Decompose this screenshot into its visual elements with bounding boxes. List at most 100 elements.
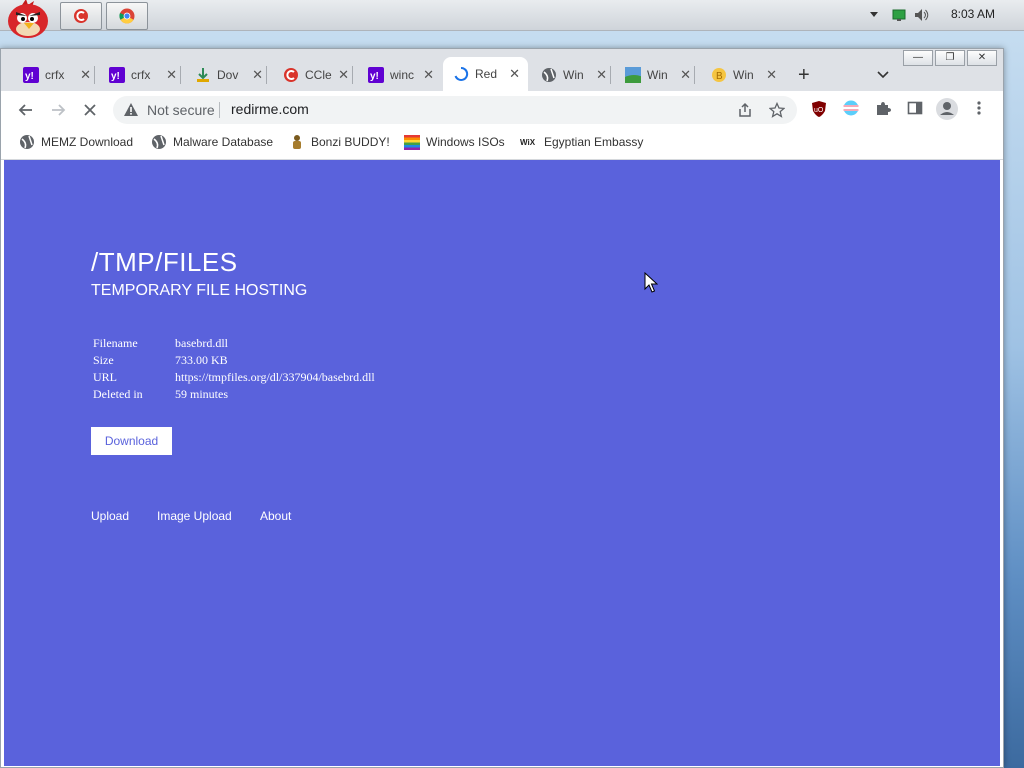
windows-flag-icon xyxy=(404,135,420,150)
kebab-menu-icon[interactable] xyxy=(975,100,983,116)
svg-text:uO: uO xyxy=(814,107,824,114)
tab-close-icon[interactable]: ✕ xyxy=(509,66,520,82)
tab-5[interactable]: y! winc ✕ xyxy=(368,62,434,88)
globe-icon xyxy=(541,67,557,83)
taskbar: 8:03 AM xyxy=(0,0,1024,38)
svg-text:B: B xyxy=(716,71,723,82)
maximize-button[interactable]: ❐ xyxy=(935,50,965,66)
volume-icon[interactable] xyxy=(914,8,930,22)
tab-search-button[interactable] xyxy=(877,62,893,88)
mouse-cursor-icon xyxy=(644,272,658,293)
chevron-down-icon xyxy=(877,71,889,79)
star-icon[interactable] xyxy=(769,102,785,118)
tab-close-icon[interactable]: ✕ xyxy=(338,67,349,83)
tab-close-icon[interactable]: ✕ xyxy=(166,67,177,83)
tab-1[interactable]: y! crfx ✕ xyxy=(23,62,95,88)
bookmark-label: Egyptian Embassy xyxy=(544,135,644,149)
profile-avatar-icon[interactable] xyxy=(935,97,959,121)
address-bar[interactable]: Not secure redirme.com xyxy=(113,96,797,124)
tab-close-icon[interactable]: ✕ xyxy=(423,67,434,83)
angry-bird-start-icon[interactable] xyxy=(4,0,50,39)
tab-separator xyxy=(266,66,267,84)
omnibox-separator xyxy=(219,102,220,118)
taskbar-clock[interactable]: 8:03 AM xyxy=(951,7,995,21)
tab-title: crfx xyxy=(45,68,65,82)
ccleaner-icon xyxy=(74,9,88,23)
info-key: Size xyxy=(93,353,114,367)
bonzi-icon xyxy=(293,135,301,149)
forward-button[interactable] xyxy=(47,99,69,121)
tab-title: Win xyxy=(563,68,584,82)
bookmark-egyptian-embassy[interactable]: WiX Egyptian Embassy xyxy=(520,134,643,150)
ccleaner-icon xyxy=(283,67,299,83)
tab-separator xyxy=(94,66,95,84)
info-key: Deleted in xyxy=(93,387,143,401)
new-tab-button[interactable]: + xyxy=(798,62,818,88)
tab-7[interactable]: Win ✕ xyxy=(541,62,611,88)
stop-loading-button[interactable] xyxy=(79,99,101,121)
info-value: basebrd.dll xyxy=(175,336,228,350)
tab-close-icon[interactable]: ✕ xyxy=(680,67,691,83)
upload-link[interactable]: Upload xyxy=(91,509,129,523)
tab-close-icon[interactable]: ✕ xyxy=(766,67,777,83)
svg-text:WiX: WiX xyxy=(520,138,536,147)
info-value-url[interactable]: https://tmpfiles.org/dl/337904/basebrd.d… xyxy=(173,369,377,386)
taskbar-ccleaner-button[interactable] xyxy=(60,2,102,30)
svg-text:y!: y! xyxy=(370,71,379,82)
tab-separator xyxy=(610,66,611,84)
info-value: 59 minutes xyxy=(175,387,228,401)
tab-6-active[interactable]: Red ✕ xyxy=(443,57,528,91)
loading-spinner-icon xyxy=(453,66,469,82)
puzzle-piece-icon[interactable] xyxy=(875,100,891,116)
tab-4[interactable]: CCle ✕ xyxy=(283,62,353,88)
trans-flag-extension-icon[interactable] xyxy=(843,100,859,116)
arrow-right-icon xyxy=(52,104,66,116)
about-link[interactable]: About xyxy=(260,509,291,523)
tab-9[interactable]: B Win ✕ xyxy=(711,62,777,88)
side-panel-icon[interactable] xyxy=(907,100,923,116)
tray-expand-icon[interactable] xyxy=(869,8,879,20)
table-row: Deleted in 59 minutes xyxy=(91,386,377,403)
tab-3[interactable]: Dov ✕ xyxy=(195,62,267,88)
bookmark-malware-database[interactable]: Malware Database xyxy=(151,134,273,150)
bookmark-bonzi-buddy[interactable]: Bonzi BUDDY! xyxy=(289,134,390,150)
coin-icon: B xyxy=(711,67,727,83)
page-content: /TMP/FILES TEMPORARY FILE HOSTING Filena… xyxy=(4,160,1000,766)
url-text[interactable]: redirme.com xyxy=(231,101,309,117)
warning-icon[interactable] xyxy=(123,102,139,118)
taskbar-chrome-button[interactable] xyxy=(106,2,148,30)
svg-text:y!: y! xyxy=(111,71,120,82)
landscape-icon xyxy=(625,67,641,83)
tab-close-icon[interactable]: ✕ xyxy=(252,67,263,83)
tab-2[interactable]: y! crfx ✕ xyxy=(109,62,181,88)
tab-close-icon[interactable]: ✕ xyxy=(596,67,607,83)
image-upload-link[interactable]: Image Upload xyxy=(157,509,232,523)
tab-separator xyxy=(694,66,695,84)
plus-icon: + xyxy=(798,63,810,86)
tab-title: Win xyxy=(647,68,668,82)
tab-8[interactable]: Win ✕ xyxy=(625,62,695,88)
tab-title: CCle xyxy=(305,68,332,82)
ublock-origin-icon[interactable]: uO xyxy=(811,100,827,118)
table-row: Size 733.00 KB xyxy=(91,352,377,369)
bookmark-label: Windows ISOs xyxy=(426,135,505,149)
bookmark-memz-download[interactable]: MEMZ Download xyxy=(19,134,133,150)
tab-close-icon[interactable]: ✕ xyxy=(80,67,91,83)
tab-title: Red xyxy=(475,67,498,81)
table-row: URL https://tmpfiles.org/dl/337904/baseb… xyxy=(91,369,377,386)
security-label[interactable]: Not secure xyxy=(147,102,215,118)
share-icon[interactable] xyxy=(737,102,753,118)
bookmark-label: Bonzi BUDDY! xyxy=(311,135,390,149)
yahoo-icon: y! xyxy=(23,67,39,83)
tab-strip: — ❐ ✕ y! crfx ✕ y! crfx ✕ Dov ✕ CCle ✕ y… xyxy=(1,49,1003,91)
bookmark-windows-isos[interactable]: Windows ISOs xyxy=(404,134,505,150)
back-button[interactable] xyxy=(15,99,37,121)
tab-title: Win xyxy=(733,68,754,82)
close-window-button[interactable]: ✕ xyxy=(967,50,997,66)
minimize-button[interactable]: — xyxy=(903,50,933,66)
download-button[interactable]: Download xyxy=(91,427,172,455)
close-icon xyxy=(84,104,96,116)
site-title: /TMP/FILES xyxy=(91,247,238,277)
network-icon[interactable] xyxy=(892,8,906,22)
tab-separator xyxy=(352,66,353,84)
